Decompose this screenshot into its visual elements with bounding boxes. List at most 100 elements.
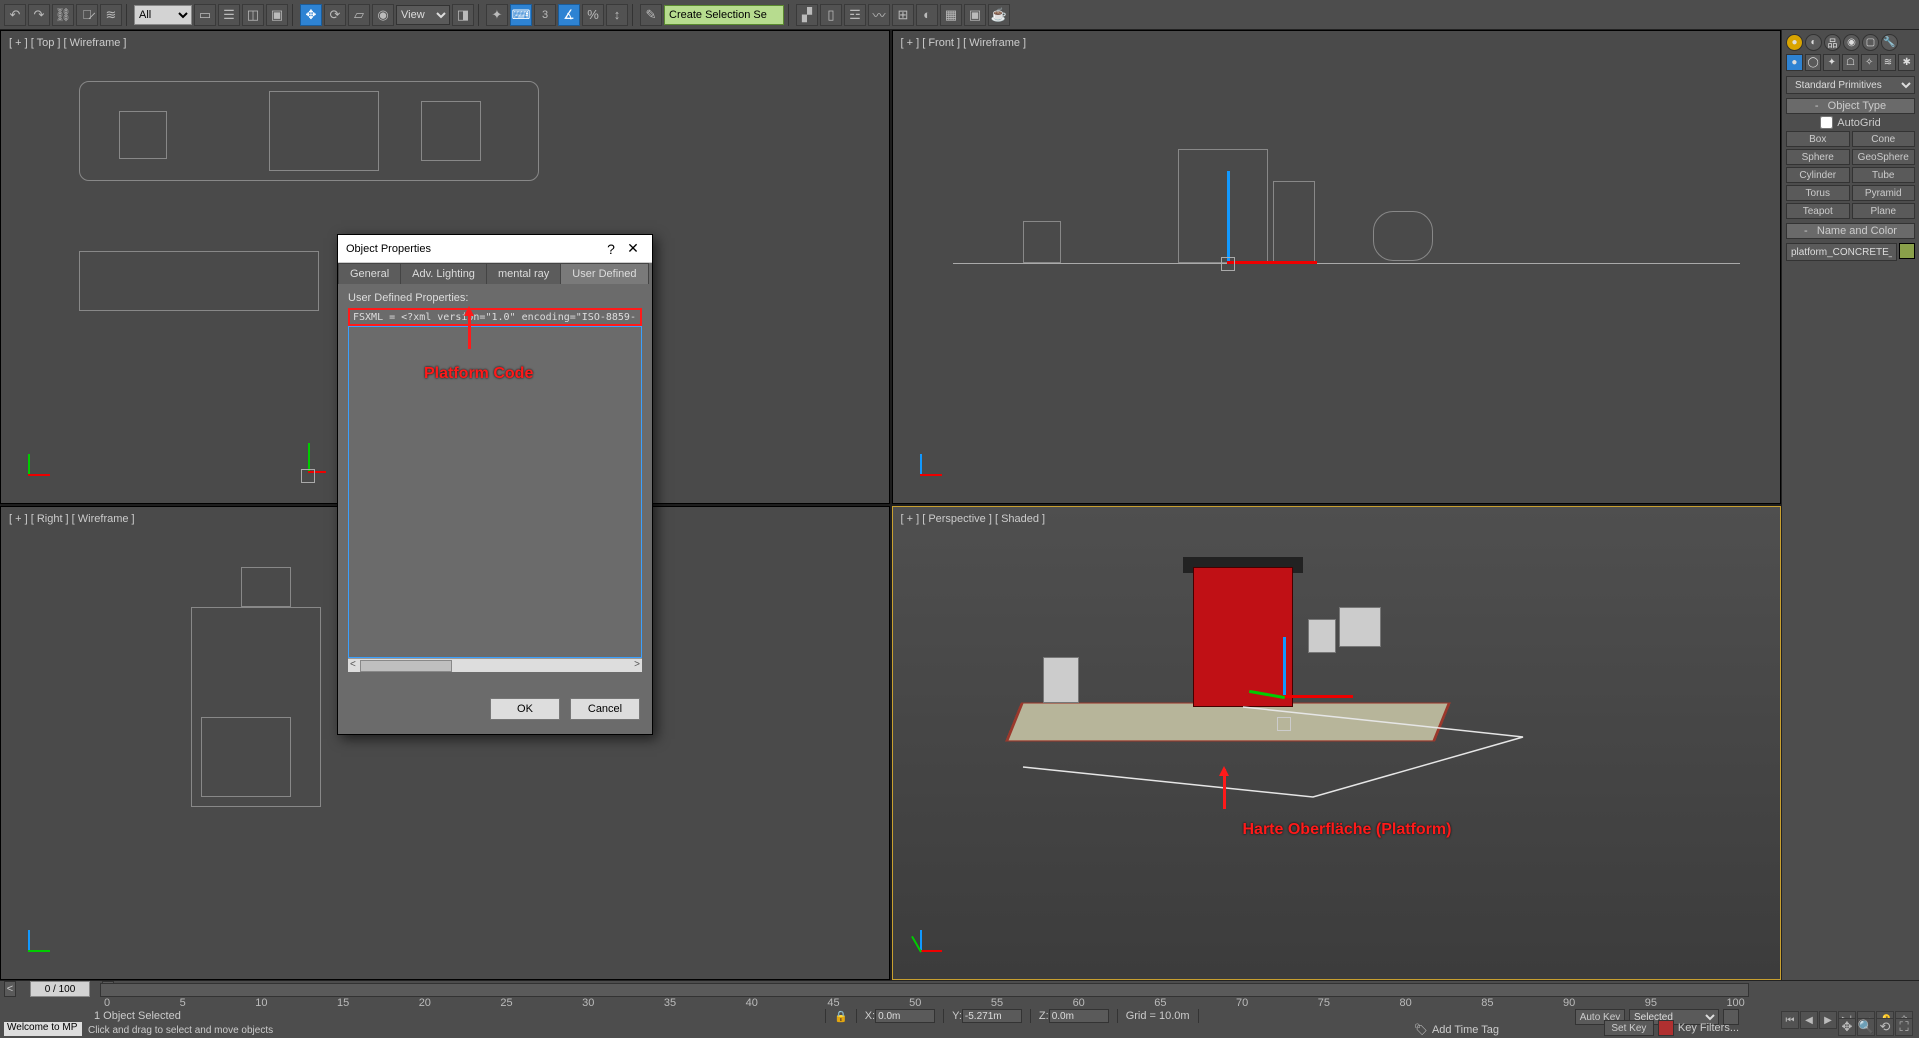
- viewport-label[interactable]: [ + ] [ Perspective ] [ Shaded ]: [901, 513, 1046, 525]
- time-tag-icon[interactable]: 🏷: [1414, 1023, 1428, 1036]
- bind-icon[interactable]: ≋: [100, 4, 122, 26]
- scrollbar-thumb[interactable]: [360, 660, 452, 672]
- prim-cone-button[interactable]: Cone: [1852, 131, 1916, 147]
- dialog-help-button[interactable]: ?: [600, 241, 622, 257]
- schematic-view-icon[interactable]: ⊞: [892, 4, 914, 26]
- undo-icon[interactable]: ↶: [4, 4, 26, 26]
- key-filters-button[interactable]: Key Filters...: [1678, 1022, 1739, 1034]
- render-frame-icon[interactable]: ▣: [964, 4, 986, 26]
- prim-pyramid-button[interactable]: Pyramid: [1852, 185, 1916, 201]
- angle-snap-icon[interactable]: ∡: [558, 4, 580, 26]
- redo-icon[interactable]: ↷: [28, 4, 50, 26]
- pivot-icon[interactable]: ◨: [452, 4, 474, 26]
- select-name-icon[interactable]: ☰: [218, 4, 240, 26]
- prim-teapot-button[interactable]: Teapot: [1786, 203, 1850, 219]
- geometry-cat-icon[interactable]: ●: [1786, 54, 1803, 71]
- time-slider[interactable]: [100, 983, 1749, 997]
- maximize-view-icon[interactable]: ⛶: [1895, 1018, 1913, 1036]
- prim-plane-button[interactable]: Plane: [1852, 203, 1916, 219]
- named-selection-input[interactable]: [664, 5, 784, 25]
- cameras-cat-icon[interactable]: ☖: [1842, 54, 1859, 71]
- cancel-button[interactable]: Cancel: [570, 698, 640, 720]
- viewport-label[interactable]: [ + ] [ Top ] [ Wireframe ]: [9, 37, 126, 49]
- prim-tube-button[interactable]: Tube: [1852, 167, 1916, 183]
- x-coord-input[interactable]: [875, 1009, 935, 1023]
- orbit-view-icon[interactable]: ⟲: [1876, 1018, 1894, 1036]
- add-time-tag[interactable]: Add Time Tag: [1432, 1024, 1499, 1036]
- viewport-label[interactable]: [ + ] [ Front ] [ Wireframe ]: [901, 37, 1027, 49]
- prim-box-button[interactable]: Box: [1786, 131, 1850, 147]
- reference-coord-dropdown[interactable]: View: [396, 5, 450, 25]
- percent-snap-icon[interactable]: %: [582, 4, 604, 26]
- mirror-icon[interactable]: ▞: [796, 4, 818, 26]
- object-name-field[interactable]: [1786, 243, 1897, 261]
- select-region-icon[interactable]: ◫: [242, 4, 264, 26]
- tab-general[interactable]: General: [338, 263, 401, 284]
- edit-selection-icon[interactable]: ✎: [640, 4, 662, 26]
- rollout-object-type[interactable]: - Object Type: [1786, 98, 1915, 114]
- snap-toggle-icon[interactable]: 3: [534, 4, 556, 26]
- manipulate-icon[interactable]: ✦: [486, 4, 508, 26]
- setkey-record-icon[interactable]: [1658, 1020, 1674, 1036]
- unlink-icon[interactable]: ⛓̷: [76, 4, 98, 26]
- tab-user-defined[interactable]: User Defined: [560, 263, 648, 284]
- keyboard-shortcut-icon[interactable]: ⌨: [510, 4, 532, 26]
- move-tool-icon[interactable]: ✥: [300, 4, 322, 26]
- curve-editor-icon[interactable]: 〰: [868, 4, 890, 26]
- placement-tool-icon[interactable]: ◉: [372, 4, 394, 26]
- viewport-perspective[interactable]: [ + ] [ Perspective ] [ Shaded ] Harte O…: [892, 506, 1782, 980]
- lights-cat-icon[interactable]: ✦: [1823, 54, 1840, 71]
- tab-mental-ray[interactable]: mental ray: [486, 263, 561, 284]
- rollout-name-color[interactable]: - Name and Color: [1786, 223, 1915, 239]
- prim-cylinder-button[interactable]: Cylinder: [1786, 167, 1850, 183]
- prim-torus-button[interactable]: Torus: [1786, 185, 1850, 201]
- primitive-category-dropdown[interactable]: Standard Primitives: [1786, 76, 1915, 94]
- object-color-swatch[interactable]: [1899, 243, 1915, 259]
- prim-sphere-button[interactable]: Sphere: [1786, 149, 1850, 165]
- create-tab-icon[interactable]: ●: [1786, 34, 1803, 51]
- display-tab-icon[interactable]: ▢: [1862, 34, 1879, 51]
- z-coord-input[interactable]: [1049, 1009, 1109, 1023]
- maxscript-listener[interactable]: Welcome to MP: [4, 1022, 82, 1036]
- viewport-label[interactable]: [ + ] [ Right ] [ Wireframe ]: [9, 513, 135, 525]
- window-crossing-icon[interactable]: ▣: [266, 4, 288, 26]
- selection-filter-dropdown[interactable]: All: [134, 5, 192, 25]
- y-coord-input[interactable]: [962, 1009, 1022, 1023]
- frame-readout[interactable]: 0 / 100: [30, 981, 90, 997]
- scale-tool-icon[interactable]: ▱: [348, 4, 370, 26]
- viewport-front[interactable]: [ + ] [ Front ] [ Wireframe ]: [892, 30, 1782, 504]
- prev-frame-icon[interactable]: ◀: [1800, 1011, 1818, 1029]
- hierarchy-tab-icon[interactable]: 品: [1824, 34, 1841, 51]
- play-icon[interactable]: ▶: [1819, 1011, 1837, 1029]
- spinner-snap-icon[interactable]: ↕: [606, 4, 628, 26]
- zoom-view-icon[interactable]: 🔍: [1857, 1018, 1875, 1036]
- goto-start-icon[interactable]: ⏮: [1781, 1011, 1799, 1029]
- utilities-tab-icon[interactable]: 🔧: [1881, 34, 1898, 51]
- close-icon[interactable]: ✕: [622, 240, 644, 257]
- dialog-titlebar[interactable]: Object Properties ? ✕: [338, 235, 652, 263]
- render-setup-icon[interactable]: ▦: [940, 4, 962, 26]
- motion-tab-icon[interactable]: ◉: [1843, 34, 1860, 51]
- helpers-cat-icon[interactable]: ✧: [1861, 54, 1878, 71]
- systems-cat-icon[interactable]: ✱: [1898, 54, 1915, 71]
- select-object-icon[interactable]: ▭: [194, 4, 216, 26]
- align-icon[interactable]: ▯: [820, 4, 842, 26]
- modify-tab-icon[interactable]: ◐: [1805, 34, 1822, 51]
- horizontal-scrollbar[interactable]: < >: [348, 658, 642, 672]
- pan-view-icon[interactable]: ✥: [1838, 1018, 1856, 1036]
- user-props-input[interactable]: [348, 308, 642, 326]
- ok-button[interactable]: OK: [490, 698, 560, 720]
- prim-geosphere-button[interactable]: GeoSphere: [1852, 149, 1916, 165]
- setkey-button[interactable]: Set Key: [1604, 1020, 1654, 1036]
- timeline-back-button[interactable]: <: [4, 981, 16, 997]
- shapes-cat-icon[interactable]: ◯: [1805, 54, 1822, 71]
- spacewarp-cat-icon[interactable]: ≋: [1880, 54, 1897, 71]
- autogrid-checkbox[interactable]: [1820, 116, 1833, 129]
- layers-icon[interactable]: ☲: [844, 4, 866, 26]
- material-editor-icon[interactable]: ◐: [916, 4, 938, 26]
- link-icon[interactable]: ⛓: [52, 4, 74, 26]
- lock-icon[interactable]: 🔒: [834, 1010, 848, 1023]
- rotate-tool-icon[interactable]: ⟳: [324, 4, 346, 26]
- tab-adv-lighting[interactable]: Adv. Lighting: [400, 263, 487, 284]
- render-icon[interactable]: ☕: [988, 4, 1010, 26]
